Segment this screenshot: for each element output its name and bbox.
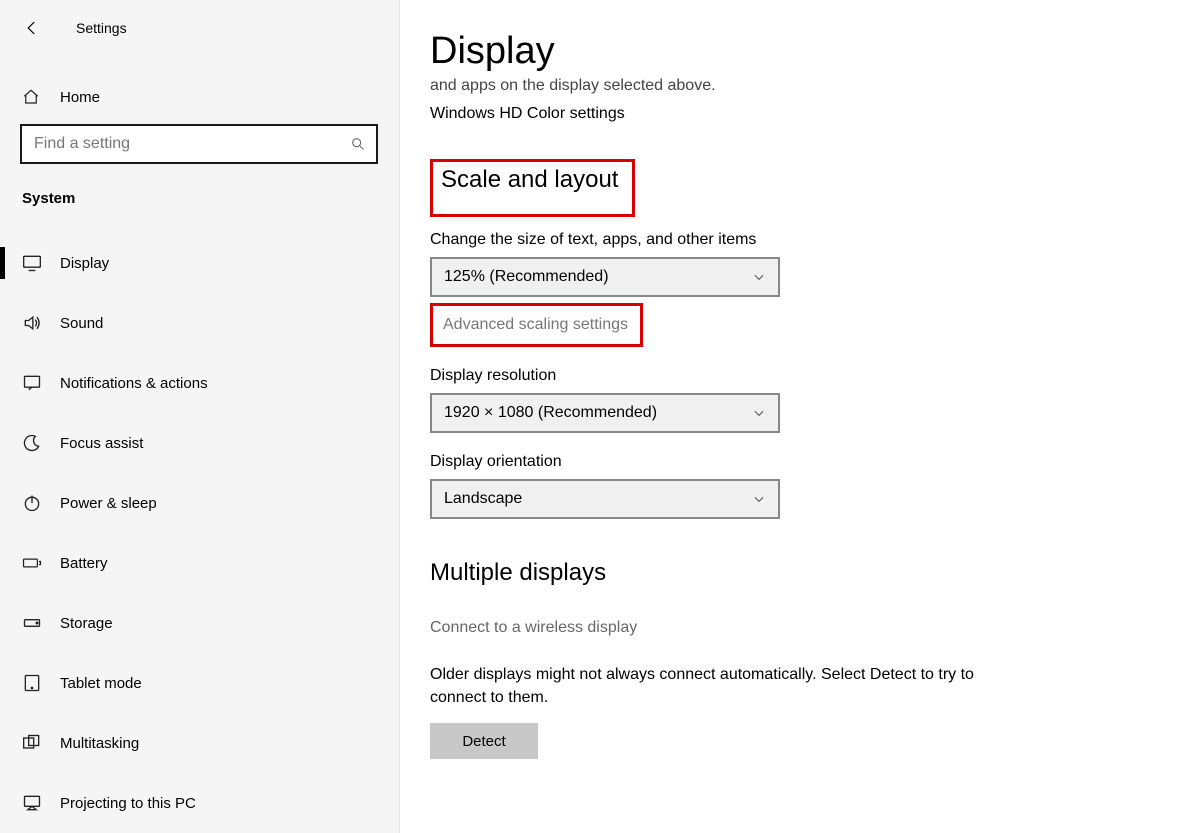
detect-button[interactable]: Detect	[430, 723, 538, 759]
nav-label: Notifications & actions	[60, 375, 208, 392]
power-icon	[22, 493, 42, 513]
home-icon	[22, 88, 42, 106]
orientation-value: Landscape	[444, 490, 522, 508]
multiple-displays-heading: Multiple displays	[430, 559, 606, 587]
nav-list: Display Sound Notifications & actions Fo…	[0, 233, 399, 833]
search-icon	[350, 136, 366, 152]
content-pane: Display and apps on the display selected…	[400, 0, 1189, 833]
battery-icon	[22, 553, 42, 573]
detect-label: Detect	[462, 733, 505, 750]
notifications-icon	[22, 373, 42, 393]
sound-icon	[22, 313, 42, 333]
scale-value: 125% (Recommended)	[444, 268, 609, 286]
resolution-value: 1920 × 1080 (Recommended)	[444, 404, 657, 422]
resolution-label: Display resolution	[430, 367, 1153, 385]
chevron-down-icon	[752, 270, 766, 284]
highlight-advanced-scaling: Advanced scaling settings	[430, 303, 643, 347]
nav-item-battery[interactable]: Battery	[0, 533, 399, 593]
nav-item-power-sleep[interactable]: Power & sleep	[0, 473, 399, 533]
orientation-dropdown[interactable]: Landscape	[430, 479, 780, 519]
nav-label: Projecting to this PC	[60, 795, 196, 812]
nav-item-projecting[interactable]: Projecting to this PC	[0, 773, 399, 833]
resolution-dropdown[interactable]: 1920 × 1080 (Recommended)	[430, 393, 780, 433]
focus-assist-icon	[22, 433, 42, 453]
home-nav[interactable]: Home	[0, 84, 399, 110]
nav-item-display[interactable]: Display	[0, 233, 399, 293]
connect-wireless-link[interactable]: Connect to a wireless display	[430, 619, 1153, 637]
chevron-down-icon	[752, 492, 766, 506]
display-icon	[22, 253, 42, 273]
highlight-scale-layout: Scale and layout	[430, 159, 635, 217]
nav-item-multitasking[interactable]: Multitasking	[0, 713, 399, 773]
nav-label: Multitasking	[60, 735, 139, 752]
nav-label: Battery	[60, 555, 108, 572]
multitasking-icon	[22, 733, 42, 753]
nav-label: Tablet mode	[60, 675, 142, 692]
settings-sidebar: Settings Home System Display	[0, 0, 400, 833]
hd-color-link[interactable]: Windows HD Color settings	[430, 105, 1153, 123]
back-arrow-icon	[23, 19, 41, 37]
chevron-down-icon	[752, 406, 766, 420]
tablet-icon	[22, 673, 42, 693]
page-title: Display	[430, 30, 1153, 73]
advanced-scaling-link[interactable]: Advanced scaling settings	[443, 316, 628, 334]
nav-label: Storage	[60, 615, 113, 632]
clipped-text: and apps on the display selected above.	[430, 77, 1153, 95]
search-container	[0, 124, 399, 164]
back-button[interactable]	[18, 14, 46, 42]
nav-item-storage[interactable]: Storage	[0, 593, 399, 653]
detect-help-text: Older displays might not always connect …	[430, 663, 990, 709]
storage-icon	[22, 613, 42, 633]
search-input[interactable]	[34, 135, 350, 153]
projecting-icon	[22, 793, 42, 813]
header-row: Settings	[0, 14, 399, 42]
home-label: Home	[60, 89, 100, 106]
nav-label: Power & sleep	[60, 495, 157, 512]
scale-dropdown[interactable]: 125% (Recommended)	[430, 257, 780, 297]
nav-label: Sound	[60, 315, 103, 332]
scale-label: Change the size of text, apps, and other…	[430, 231, 1153, 249]
nav-item-focus-assist[interactable]: Focus assist	[0, 413, 399, 473]
category-label: System	[0, 190, 399, 207]
nav-item-tablet-mode[interactable]: Tablet mode	[0, 653, 399, 713]
nav-label: Focus assist	[60, 435, 143, 452]
nav-item-notifications[interactable]: Notifications & actions	[0, 353, 399, 413]
app-title: Settings	[76, 20, 127, 36]
search-box[interactable]	[20, 124, 378, 164]
nav-label: Display	[60, 255, 109, 272]
orientation-label: Display orientation	[430, 453, 1153, 471]
nav-item-sound[interactable]: Sound	[0, 293, 399, 353]
scale-layout-heading: Scale and layout	[441, 166, 618, 194]
